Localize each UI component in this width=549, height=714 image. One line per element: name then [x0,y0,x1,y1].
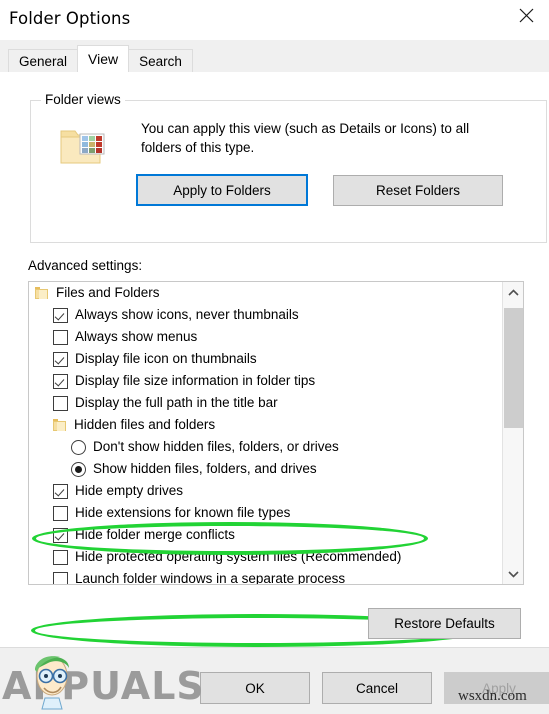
setting-row[interactable]: Hide empty drives [29,480,499,502]
setting-label: Hide protected operating system files (R… [75,549,402,564]
setting-checkbox[interactable] [53,351,68,367]
settings-scrollbar[interactable] [502,282,523,584]
setting-label: Show hidden files, folders, and drives [93,461,317,476]
setting-label: Display file icon on thumbnails [75,351,257,366]
apply-button: Apply [444,672,549,704]
chevron-down-icon[interactable] [503,563,523,584]
tab-view[interactable]: View [77,45,130,72]
setting-row[interactable]: Hide extensions for known file types [29,502,499,524]
ok-button[interactable]: OK [200,672,310,704]
setting-row[interactable]: Always show icons, never thumbnails [29,304,499,326]
setting-row[interactable]: Show hidden files, folders, and drives [29,458,499,480]
setting-label: Hidden files and folders [74,417,216,432]
setting-label: Don't show hidden files, folders, or dri… [93,439,339,454]
chevron-down-glyph [507,570,519,578]
setting-checkbox[interactable] [53,549,68,565]
setting-label: Display the full path in the title bar [75,395,278,410]
setting-row[interactable]: Always show menus [29,326,499,348]
setting-label: Display file size information in folder … [75,373,316,388]
setting-label: Files and Folders [56,285,160,300]
folder-views-group: Folder views You can apply this view (su… [30,92,547,243]
setting-row[interactable]: Files and Folders [29,282,499,304]
reset-folders-button[interactable]: Reset Folders [333,175,503,206]
setting-label: Launch folder windows in a separate proc… [75,571,346,585]
title-bar: Folder Options [0,0,549,40]
tab-search[interactable]: Search [128,49,193,72]
setting-row[interactable]: Hidden files and folders [29,414,499,436]
folder-views-legend: Folder views [41,92,125,107]
apply-to-folders-button[interactable]: Apply to Folders [136,174,308,206]
folder-icon [53,419,66,431]
setting-checkbox[interactable] [53,329,68,345]
tab-strip: General View Search [0,40,549,73]
close-icon[interactable] [503,0,549,31]
tab-general[interactable]: General [8,49,79,72]
setting-row[interactable]: Hide folder merge conflicts [29,524,499,546]
scrollbar-thumb[interactable] [504,308,523,428]
folder-icon [35,287,48,299]
setting-row[interactable]: Display the full path in the title bar [29,392,499,414]
tab-view-label: View [88,51,119,67]
setting-checkbox[interactable] [53,483,68,499]
tab-general-label: General [19,53,68,69]
setting-row[interactable]: Don't show hidden files, folders, or dri… [29,436,499,458]
setting-checkbox[interactable] [53,527,68,543]
setting-row[interactable]: Display file icon on thumbnails [29,348,499,370]
folder-views-icon [59,125,107,169]
setting-checkbox[interactable] [53,505,68,521]
setting-checkbox[interactable] [53,373,68,389]
setting-checkbox[interactable] [53,571,68,584]
restore-defaults-button[interactable]: Restore Defaults [368,608,521,639]
advanced-settings-label: Advanced settings: [28,258,143,273]
chevron-up-icon[interactable] [503,282,523,303]
setting-row[interactable]: Display file size information in folder … [29,370,499,392]
window-title: Folder Options [9,9,131,28]
setting-checkbox[interactable] [53,307,68,323]
setting-radio[interactable] [71,439,86,455]
setting-label: Hide extensions for known file types [75,505,291,520]
view-tab-panel: Folder views You can apply this view (su… [0,72,549,648]
folder-views-description: You can apply this view (such as Details… [141,121,470,155]
dialog-footer: OK Cancel Apply [0,648,549,714]
tab-search-label: Search [139,53,182,69]
setting-label: Always show icons, never thumbnails [75,307,299,322]
setting-label: Hide folder merge conflicts [75,527,235,542]
setting-label: Always show menus [75,329,198,344]
setting-checkbox[interactable] [53,395,68,411]
setting-radio[interactable] [71,461,86,477]
close-glyph [519,8,533,23]
setting-row[interactable]: Hide protected operating system files (R… [29,546,499,568]
advanced-settings-list: Files and Folders Always show icons, neve… [29,282,499,585]
setting-row[interactable]: Launch folder windows in a separate proc… [29,568,499,585]
chevron-up-glyph [507,288,519,296]
setting-label: Hide empty drives [75,483,184,498]
advanced-settings-listbox[interactable]: Files and Folders Always show icons, neve… [28,281,524,585]
folder-thumbnails-glyph [60,130,105,164]
tab-list: General View Search [8,45,193,72]
cancel-button[interactable]: Cancel [322,672,432,704]
